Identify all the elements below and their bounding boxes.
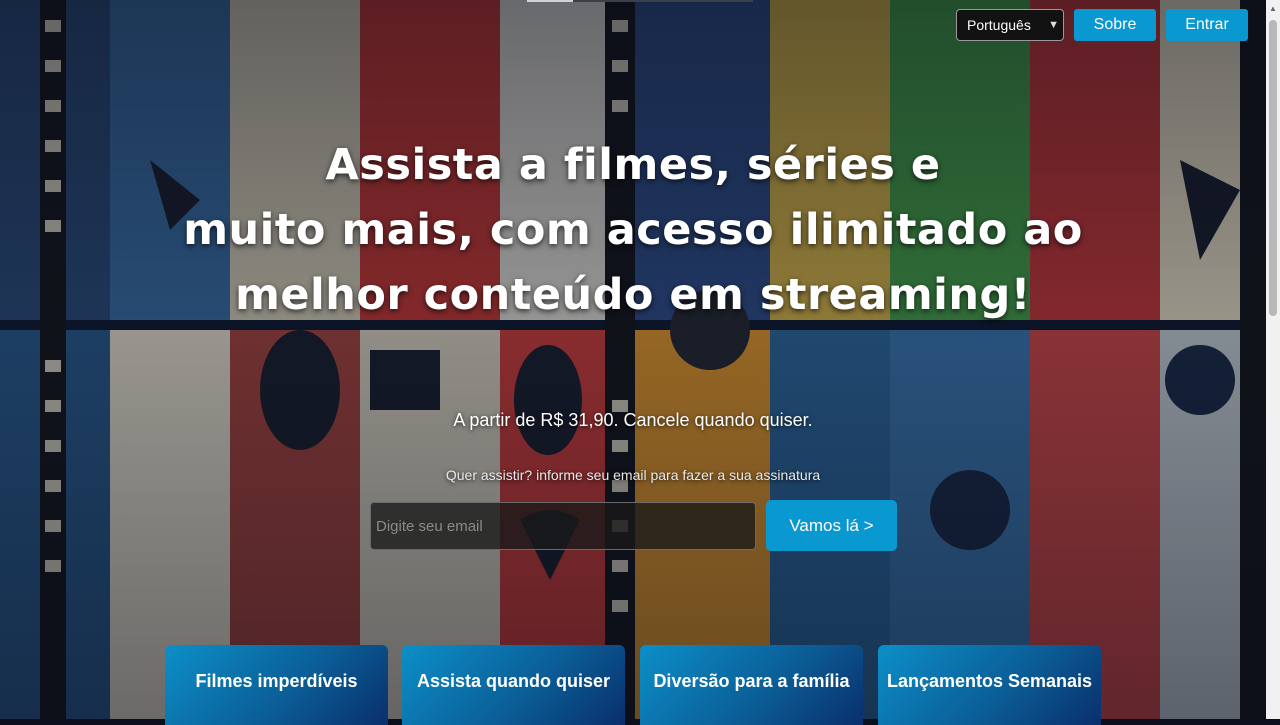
page-scrollbar[interactable]: ▲ xyxy=(1266,0,1280,719)
feature-card-label: Filmes imperdíveis xyxy=(195,671,358,691)
top-progress-strip xyxy=(527,0,753,2)
about-button[interactable]: Sobre xyxy=(1074,9,1156,41)
signup-hint: Quer assistir? informe seu email para fa… xyxy=(445,467,821,483)
feature-card-weekly-releases[interactable]: Lançamentos Semanais xyxy=(878,645,1101,725)
scrollbar-thumb[interactable] xyxy=(1269,20,1277,316)
feature-card-family[interactable]: Diversão para a família xyxy=(640,645,863,725)
price-text: A partir de R$ 31,90. Cancele quando qui… xyxy=(453,410,813,430)
feature-card-movies[interactable]: Filmes imperdíveis xyxy=(165,645,388,725)
hero-title-line-1: Assista a filmes, séries e xyxy=(325,140,941,190)
language-select-value: Português xyxy=(967,17,1031,33)
email-input[interactable] xyxy=(370,502,756,550)
hero-title-line-3: melhor conteúdo em streaming! xyxy=(235,270,1031,320)
scroll-up-arrow-icon[interactable]: ▲ xyxy=(1266,0,1280,16)
language-select[interactable]: Português ▼ xyxy=(956,9,1064,41)
feature-card-label: Lançamentos Semanais xyxy=(886,671,1093,691)
feature-card-label: Diversão para a família xyxy=(653,671,850,691)
feature-card-label: Assista quando quiser xyxy=(416,671,611,691)
feature-card-watch-anytime[interactable]: Assista quando quiser xyxy=(402,645,625,725)
login-button[interactable]: Entrar xyxy=(1166,9,1248,41)
hero-title-line-2: muito mais, com acesso ilimitado ao xyxy=(183,205,1083,255)
chevron-down-icon: ▼ xyxy=(1048,19,1059,31)
hero-title: Assista a filmes, séries e muito mais, c… xyxy=(160,133,1106,328)
start-subscription-button[interactable]: Vamos lá > xyxy=(766,500,897,551)
background-dim-overlay xyxy=(0,0,1266,719)
